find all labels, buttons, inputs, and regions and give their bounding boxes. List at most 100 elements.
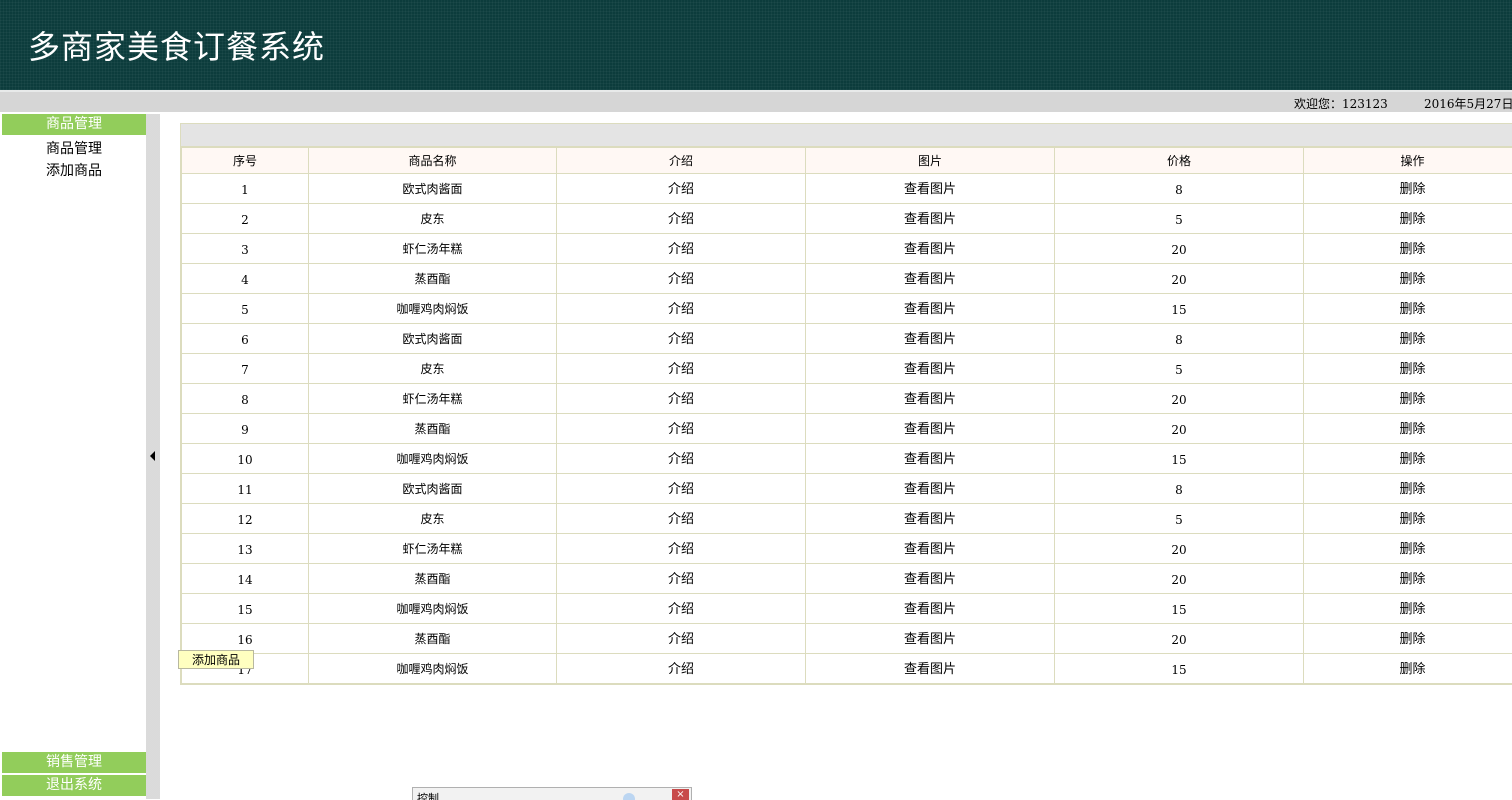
intro-link[interactable]: 介绍 [557, 504, 806, 534]
intro-link[interactable]: 介绍 [557, 474, 806, 504]
intro-link[interactable]: 介绍 [557, 594, 806, 624]
menu-head-goods[interactable]: 商品管理 [2, 114, 146, 135]
table-row: 6欧式肉酱面介绍查看图片8删除 [182, 324, 1512, 354]
price-value: 20 [1055, 624, 1304, 654]
product-name: 蒸酉酯 [309, 414, 557, 444]
table-row: 8虾仁汤年糕介绍查看图片20删除 [182, 384, 1512, 414]
col-header-image: 图片 [806, 148, 1055, 174]
row-number: 8 [182, 384, 309, 414]
product-name: 欧式肉酱面 [309, 324, 557, 354]
price-value: 20 [1055, 234, 1304, 264]
delete-link[interactable]: 删除 [1304, 294, 1512, 324]
row-number: 16 [182, 624, 309, 654]
intro-link[interactable]: 介绍 [557, 534, 806, 564]
delete-link[interactable]: 删除 [1304, 624, 1512, 654]
delete-link[interactable]: 删除 [1304, 204, 1512, 234]
view-image-link[interactable]: 查看图片 [806, 414, 1055, 444]
view-image-link[interactable]: 查看图片 [806, 534, 1055, 564]
intro-link[interactable]: 介绍 [557, 204, 806, 234]
view-image-link[interactable]: 查看图片 [806, 174, 1055, 204]
delete-link[interactable]: 删除 [1304, 474, 1512, 504]
sidebar-item-goods-manage[interactable]: 商品管理 [46, 138, 102, 158]
delete-link[interactable]: 删除 [1304, 654, 1512, 684]
table-row: 13虾仁汤年糕介绍查看图片20删除 [182, 534, 1512, 564]
intro-link[interactable]: 介绍 [557, 174, 806, 204]
view-image-link[interactable]: 查看图片 [806, 654, 1055, 684]
view-image-link[interactable]: 查看图片 [806, 264, 1055, 294]
delete-link[interactable]: 删除 [1304, 594, 1512, 624]
row-number: 14 [182, 564, 309, 594]
product-name: 欧式肉酱面 [309, 474, 557, 504]
row-number: 13 [182, 534, 309, 564]
intro-link[interactable]: 介绍 [557, 234, 806, 264]
status-bar: 欢迎您：123123 2016年5月27日 [0, 92, 1512, 112]
view-image-link[interactable]: 查看图片 [806, 384, 1055, 414]
view-image-link[interactable]: 查看图片 [806, 444, 1055, 474]
product-name: 咖喱鸡肉焖饭 [309, 444, 557, 474]
col-header-name: 商品名称 [309, 148, 557, 174]
product-name: 欧式肉酱面 [309, 174, 557, 204]
table-row: 17咖喱鸡肉焖饭介绍查看图片15删除 [182, 654, 1512, 684]
close-icon[interactable]: × [672, 789, 689, 800]
price-value: 5 [1055, 204, 1304, 234]
delete-link[interactable]: 删除 [1304, 414, 1512, 444]
menu-head-logout[interactable]: 退出系统 [2, 775, 146, 796]
view-image-link[interactable]: 查看图片 [806, 234, 1055, 264]
control-popup: 控制 × [412, 787, 692, 800]
delete-link[interactable]: 删除 [1304, 324, 1512, 354]
intro-link[interactable]: 介绍 [557, 294, 806, 324]
view-image-link[interactable]: 查看图片 [806, 204, 1055, 234]
view-image-link[interactable]: 查看图片 [806, 624, 1055, 654]
view-image-link[interactable]: 查看图片 [806, 474, 1055, 504]
delete-link[interactable]: 删除 [1304, 384, 1512, 414]
view-image-link[interactable]: 查看图片 [806, 564, 1055, 594]
intro-link[interactable]: 介绍 [557, 624, 806, 654]
price-value: 5 [1055, 504, 1304, 534]
intro-link[interactable]: 介绍 [557, 654, 806, 684]
intro-link[interactable]: 介绍 [557, 264, 806, 294]
row-number: 2 [182, 204, 309, 234]
table-row: 15咖喱鸡肉焖饭介绍查看图片15删除 [182, 594, 1512, 624]
price-value: 5 [1055, 354, 1304, 384]
delete-link[interactable]: 删除 [1304, 354, 1512, 384]
menu-head-sales[interactable]: 销售管理 [2, 752, 146, 773]
intro-link[interactable]: 介绍 [557, 384, 806, 414]
delete-link[interactable]: 删除 [1304, 444, 1512, 474]
row-number: 5 [182, 294, 309, 324]
delete-link[interactable]: 删除 [1304, 504, 1512, 534]
view-image-link[interactable]: 查看图片 [806, 324, 1055, 354]
product-name: 皮东 [309, 504, 557, 534]
collapse-arrow-icon[interactable] [150, 451, 155, 461]
product-name: 虾仁汤年糕 [309, 534, 557, 564]
product-name: 虾仁汤年糕 [309, 234, 557, 264]
intro-link[interactable]: 介绍 [557, 564, 806, 594]
add-goods-button[interactable]: 添加商品 [178, 650, 254, 669]
delete-link[interactable]: 删除 [1304, 534, 1512, 564]
app-title: 多商家美食订餐系统 [28, 22, 325, 68]
sidebar-item-add-goods[interactable]: 添加商品 [46, 160, 102, 180]
intro-link[interactable]: 介绍 [557, 444, 806, 474]
col-header-no: 序号 [182, 148, 309, 174]
table-row: 9蒸酉酯介绍查看图片20删除 [182, 414, 1512, 444]
intro-link[interactable]: 介绍 [557, 324, 806, 354]
price-value: 8 [1055, 174, 1304, 204]
row-number: 3 [182, 234, 309, 264]
view-image-link[interactable]: 查看图片 [806, 354, 1055, 384]
intro-link[interactable]: 介绍 [557, 354, 806, 384]
delete-link[interactable]: 删除 [1304, 174, 1512, 204]
sidebar: 商品管理 商品管理 添加商品 销售管理 退出系统 [0, 114, 146, 799]
view-image-link[interactable]: 查看图片 [806, 594, 1055, 624]
table-row: 5咖喱鸡肉焖饭介绍查看图片15删除 [182, 294, 1512, 324]
delete-link[interactable]: 删除 [1304, 564, 1512, 594]
price-value: 20 [1055, 564, 1304, 594]
delete-link[interactable]: 删除 [1304, 234, 1512, 264]
row-number: 6 [182, 324, 309, 354]
row-number: 11 [182, 474, 309, 504]
sidebar-splitter[interactable] [146, 114, 160, 799]
price-value: 15 [1055, 594, 1304, 624]
view-image-link[interactable]: 查看图片 [806, 504, 1055, 534]
intro-link[interactable]: 介绍 [557, 414, 806, 444]
price-value: 20 [1055, 534, 1304, 564]
delete-link[interactable]: 删除 [1304, 264, 1512, 294]
view-image-link[interactable]: 查看图片 [806, 294, 1055, 324]
